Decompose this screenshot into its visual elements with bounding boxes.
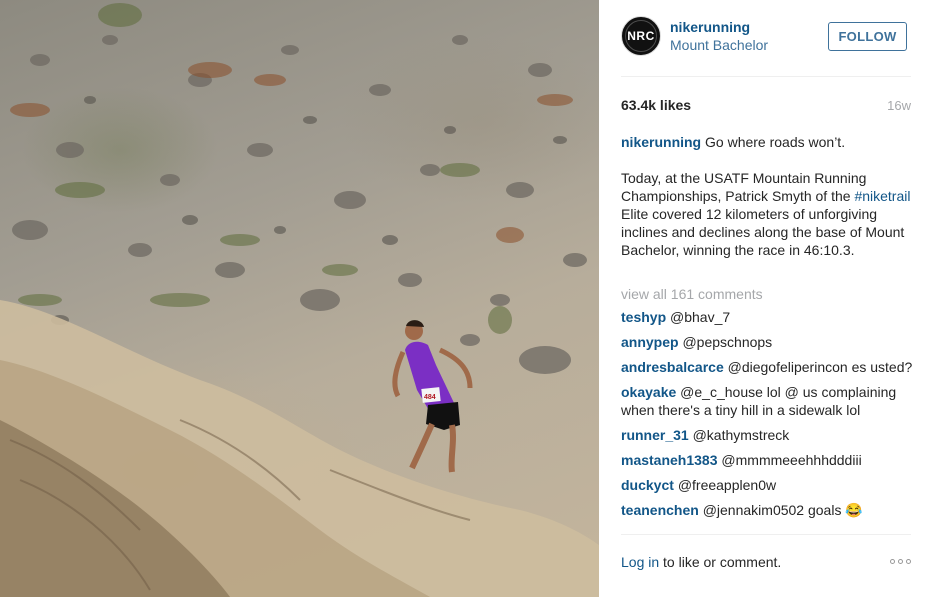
comment-username[interactable]: okayake bbox=[621, 384, 676, 400]
follow-button[interactable]: FOLLOW bbox=[828, 22, 907, 51]
comment-text: @bhav_7 bbox=[670, 309, 731, 325]
comment-item: mastaneh1383 @mmmmeeehhhdddiii bbox=[621, 451, 913, 469]
comment-text: @pepschnops bbox=[682, 334, 773, 350]
comment-item: duckyct @freeapplen0w bbox=[621, 476, 913, 494]
comments-list[interactable]: teshyp @bhav_7 annypep @pepschnops andre… bbox=[621, 308, 913, 532]
caption-username[interactable]: nikerunning bbox=[621, 134, 701, 150]
comment-item: okayake @e_c_house lol @ us complaining … bbox=[621, 383, 913, 419]
more-options-icon[interactable] bbox=[890, 559, 911, 564]
comment-item: annypep @pepschnops bbox=[621, 333, 913, 351]
footer-divider bbox=[621, 534, 911, 535]
view-all-comments-link[interactable]: view all 161 comments bbox=[621, 286, 763, 302]
footer-text: to like or comment. bbox=[663, 554, 782, 570]
comment-username[interactable]: mastaneh1383 bbox=[621, 452, 718, 468]
login-link[interactable]: Log in bbox=[621, 554, 659, 570]
comment-item: andresbalcarce @diegofeliperincon es ust… bbox=[621, 358, 913, 376]
comment-text: @mmmmeeehhhdddiii bbox=[721, 452, 862, 468]
location-link[interactable]: Mount Bachelor bbox=[670, 37, 768, 53]
comment-username[interactable]: duckyct bbox=[621, 477, 674, 493]
comment-username[interactable]: teshyp bbox=[621, 309, 666, 325]
hashtag-link[interactable]: #niketrail bbox=[854, 188, 910, 204]
post-panel: NRC nikerunning Mount Bachelor FOLLOW 63… bbox=[599, 0, 933, 597]
comment-text: @freeapplen0w bbox=[677, 477, 777, 493]
post-footer: Log in to like or comment. bbox=[621, 554, 911, 570]
comment-username[interactable]: runner_31 bbox=[621, 427, 689, 443]
mountain-slope-image: 484 bbox=[0, 3, 599, 597]
post-photo[interactable]: 484 bbox=[0, 0, 599, 597]
bib-number: 484 bbox=[424, 394, 436, 401]
comment-username[interactable]: andresbalcarce bbox=[621, 359, 724, 375]
comment-username[interactable]: teanenchen bbox=[621, 502, 699, 518]
comment-item: teshyp @bhav_7 bbox=[621, 308, 913, 326]
caption-body-start: Today, at the USATF Mountain Running Cha… bbox=[621, 170, 867, 204]
comment-text: @diegofeliperincon es usted? bbox=[727, 359, 913, 375]
header-divider bbox=[621, 76, 911, 77]
caption-body-end: Elite covered 12 kilometers of unforgivi… bbox=[621, 206, 905, 258]
caption: nikerunning Go where roads won’t. Today,… bbox=[621, 133, 913, 259]
comment-username[interactable]: annypep bbox=[621, 334, 679, 350]
username-link[interactable]: nikerunning bbox=[670, 19, 750, 35]
comment-item: runner_31 @kathymstreck bbox=[621, 426, 913, 444]
post-header: NRC nikerunning Mount Bachelor FOLLOW bbox=[621, 16, 911, 60]
comment-text: @jennakim0502 goals 😂 bbox=[702, 502, 863, 518]
avatar-ring-icon bbox=[625, 20, 657, 52]
post-age[interactable]: 16w bbox=[887, 98, 911, 113]
avatar[interactable]: NRC bbox=[621, 16, 661, 56]
comment-text: @kathymstreck bbox=[692, 427, 790, 443]
likes-count[interactable]: 63.4k likes bbox=[621, 97, 691, 113]
caption-line1: Go where roads won’t. bbox=[705, 134, 846, 150]
comment-item: teanenchen @jennakim0502 goals 😂 bbox=[621, 501, 913, 519]
